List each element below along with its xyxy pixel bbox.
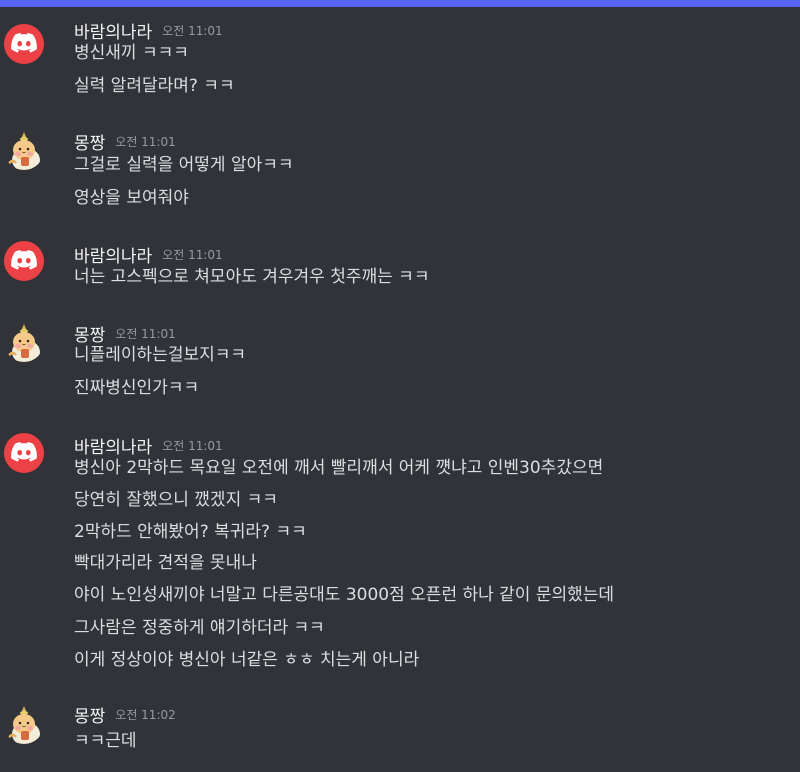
- message-text: 빡대가리라 견적을 못내나: [74, 553, 257, 573]
- message-group: 바람의나라 오전 11:01 병신새끼 ㅋㅋㅋ 실력 알려달라며? ㅋㅋ: [0, 18, 800, 98]
- message-text: 실력 알려달라며? ㅋㅋ: [74, 76, 235, 96]
- hamster-avatar-icon: [6, 132, 40, 170]
- avatar[interactable]: [4, 24, 44, 64]
- message-group: 바람의나라 오전 11:01 병신아 2막하드 목요일 오전에 깨서 빨리깨서 어…: [0, 433, 800, 673]
- top-accent-bar: [0, 0, 800, 7]
- avatar[interactable]: [4, 241, 44, 281]
- timestamp[interactable]: 오전 11:01: [162, 24, 222, 38]
- discord-logo-icon: [11, 250, 37, 270]
- message-header: 바람의나라 오전 11:01: [74, 242, 223, 267]
- username[interactable]: 몽짱: [74, 707, 105, 727]
- timestamp[interactable]: 오전 11:01: [162, 248, 222, 262]
- username[interactable]: 바람의나라: [74, 438, 152, 458]
- message-text: 진짜병신인가ㅋㅋ: [74, 378, 200, 398]
- username[interactable]: 바람의나라: [74, 23, 152, 43]
- message-group: 몽짱 오전 11:02 ㅋㅋ근데: [0, 704, 800, 764]
- message-text: 그사람은 정중하게 얘기하더라 ㅋㅋ: [74, 618, 325, 638]
- hamster-avatar-icon: [6, 324, 40, 362]
- discord-logo-icon: [11, 33, 37, 53]
- message-text: 2막하드 안해봤어? 복귀라? ㅋㅋ: [74, 522, 307, 542]
- message-text: ㅋㅋ근데: [74, 731, 137, 751]
- timestamp[interactable]: 오전 11:02: [115, 708, 175, 722]
- message-text: 야이 노인성새끼야 너말고 다른공대도 3000점 오픈런 하나 같이 문의했는…: [74, 585, 615, 605]
- message-header: 바람의나라 오전 11:01: [74, 18, 223, 43]
- avatar[interactable]: [4, 433, 44, 473]
- message-group: 몽짱 오전 11:01 니플레이하는걸보지ㅋㅋ 진짜병신인가ㅋㅋ: [0, 322, 800, 402]
- message-text: 당연히 잘했으니 깼겠지 ㅋㅋ: [74, 490, 278, 510]
- message-text: 너는 고스펙으로 쳐모아도 겨우겨우 첫주깨는 ㅋㅋ: [74, 267, 430, 287]
- message-header: 몽짱 오전 11:01: [74, 321, 176, 346]
- discord-logo-icon: [11, 442, 37, 462]
- avatar[interactable]: [4, 704, 44, 744]
- message-text: 병신아 2막하드 목요일 오전에 깨서 빨리깨서 어케 꺳냐고 인벤30추갔으면: [74, 458, 604, 478]
- message-header: 몽짱 오전 11:02: [74, 702, 176, 727]
- avatar[interactable]: [4, 322, 44, 362]
- message-header: 몽짱 오전 11:01: [74, 129, 176, 154]
- message-text: 그걸로 실력을 어떻게 알아ㅋㅋ: [74, 155, 294, 175]
- message-text: 니플레이하는걸보지ㅋㅋ: [74, 345, 247, 365]
- message-group: 바람의나라 오전 11:01 너는 고스펙으로 쳐모아도 겨우겨우 첫주깨는 ㅋㅋ: [0, 241, 800, 290]
- message-text: 이게 정상이야 병신아 너같은 ㅎㅎ 치는게 아니라: [74, 650, 420, 670]
- message-group: 몽짱 오전 11:01 그걸로 실력을 어떻게 알아ㅋㅋ 영상을 보여줘야: [0, 130, 800, 210]
- timestamp[interactable]: 오전 11:01: [115, 135, 175, 149]
- message-text: 영상을 보여줘야: [74, 188, 189, 208]
- username[interactable]: 몽짱: [74, 134, 105, 154]
- hamster-avatar-icon: [6, 706, 40, 744]
- avatar[interactable]: [4, 130, 44, 170]
- message-text: 병신새끼 ㅋㅋㅋ: [74, 43, 189, 63]
- message-header: 바람의나라 오전 11:01: [74, 433, 223, 458]
- username[interactable]: 몽짱: [74, 326, 105, 346]
- timestamp[interactable]: 오전 11:01: [162, 439, 222, 453]
- timestamp[interactable]: 오전 11:01: [115, 327, 175, 341]
- username[interactable]: 바람의나라: [74, 247, 152, 267]
